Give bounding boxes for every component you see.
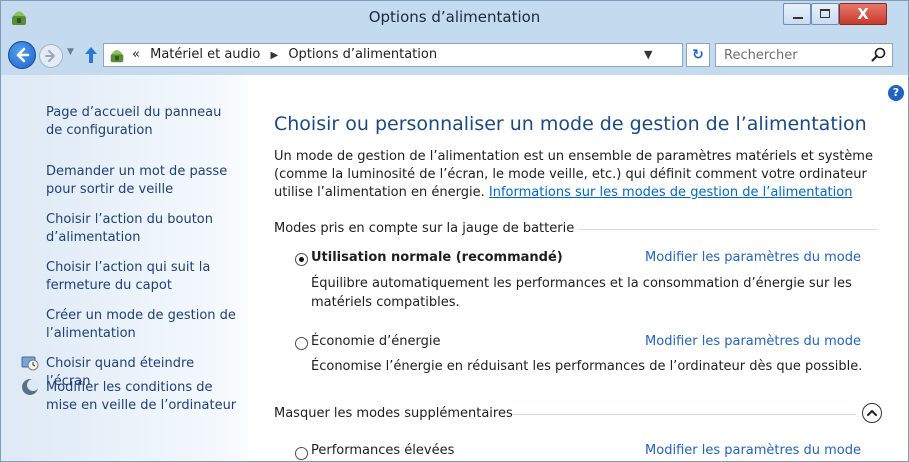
sidebar-item-power-button-action[interactable]: Choisir l’action du bouton d’alimentatio…: [46, 211, 241, 247]
power-saver-plan-description: Économise l’énergie en réduisant les per…: [311, 359, 863, 374]
search-box: [715, 43, 893, 67]
refresh-button[interactable]: ↻: [686, 43, 710, 67]
back-arrow-icon: [16, 47, 30, 63]
window-title: Options d’alimentation: [368, 8, 541, 26]
high-performance-plan-change-link[interactable]: Modifier les paramètres du mode: [645, 443, 861, 458]
breadcrumb-overflow[interactable]: «: [132, 47, 140, 62]
page-title: Choisir ou personnaliser un mode de gest…: [274, 113, 867, 135]
balanced-plan-change-link[interactable]: Modifier les paramètres du mode: [645, 250, 861, 265]
sidebar-item-control-panel-home[interactable]: Page d’accueil du panneau de configurati…: [46, 104, 241, 140]
high-performance-plan-radio[interactable]: [295, 447, 308, 460]
title-bar[interactable]: Options d’alimentation X: [1, 1, 908, 35]
address-bar[interactable]: « Matériel et audio ▶ Options d’alimenta…: [103, 43, 683, 67]
close-button[interactable]: X: [839, 3, 887, 25]
power-saver-plan-radio[interactable]: [295, 337, 308, 350]
back-button[interactable]: [8, 41, 36, 69]
additional-plans-header[interactable]: Masquer les modes supplémentaires: [274, 406, 513, 421]
up-arrow-icon[interactable]: [83, 45, 99, 65]
close-icon: X: [857, 5, 869, 23]
maximize-button[interactable]: [811, 3, 839, 25]
collapse-additional-plans-button[interactable]: [862, 403, 882, 423]
sidebar-item-sleep-settings[interactable]: Modifier les conditions de mise en veill…: [46, 379, 241, 415]
power-saver-plan-change-link[interactable]: Modifier les paramètres du mode: [645, 334, 861, 349]
main-pane: ? Choisir ou personnaliser un mode de ge…: [248, 75, 908, 461]
battery-plans-header: Modes pris en compte sur la jauge de bat…: [274, 221, 575, 236]
content-area: Page d’accueil du panneau de configurati…: [1, 75, 908, 461]
window: Options d’alimentation X ▼ « Matériel et…: [0, 0, 909, 462]
minimize-icon: [793, 17, 803, 19]
task-pane: Page d’accueil du panneau de configurati…: [1, 75, 248, 461]
power-saver-plan-name[interactable]: Économie d’énergie: [311, 334, 441, 349]
forward-arrow-icon: [45, 50, 55, 62]
balanced-plan-description: Équilibre automatiquement les performanc…: [311, 276, 852, 310]
sidebar-item-create-power-plan[interactable]: Créer un mode de gestion de l’alimentati…: [46, 307, 241, 343]
group-divider: [512, 414, 856, 415]
search-icon[interactable]: [870, 46, 888, 64]
moon-icon: [22, 379, 39, 395]
breadcrumb-separator-icon[interactable]: ▶: [270, 50, 278, 61]
search-input[interactable]: [716, 44, 882, 66]
monitor-clock-icon: [21, 356, 39, 371]
forward-button[interactable]: [39, 44, 63, 68]
group-divider: [578, 229, 878, 230]
breadcrumb-item-hardware-sound[interactable]: Matériel et audio: [150, 47, 260, 62]
recent-locations-dropdown-icon[interactable]: ▼: [67, 47, 74, 57]
refresh-icon: ↻: [692, 47, 704, 63]
chevron-up-icon: [867, 410, 877, 416]
balanced-plan-name[interactable]: Utilisation normale (recommandé): [311, 250, 563, 265]
help-icon[interactable]: ?: [888, 85, 904, 101]
high-performance-plan-name[interactable]: Performances élevées: [311, 443, 454, 458]
navigation-bar: ▼ « Matériel et audio ▶ Options d’alimen…: [1, 35, 908, 75]
balanced-plan-radio[interactable]: [295, 253, 308, 266]
sidebar-item-require-password[interactable]: Demander un mot de passe pour sortir de …: [46, 163, 241, 199]
power-options-icon: [110, 50, 124, 63]
sidebar-item-lid-close-action[interactable]: Choisir l’action qui suit la fermeture d…: [46, 259, 241, 295]
breadcrumb-item-power-options[interactable]: Options d’alimentation: [288, 47, 437, 62]
intro-text: Un mode de gestion de l’alimentation est…: [274, 148, 884, 202]
breadcrumb: « Matériel et audio ▶ Options d’alimenta…: [132, 47, 437, 62]
plans-info-link[interactable]: Informations sur les modes de gestion de…: [489, 185, 853, 200]
address-dropdown-icon[interactable]: ▼: [644, 48, 652, 61]
maximize-icon: [820, 9, 830, 18]
minimize-button[interactable]: [783, 3, 811, 25]
